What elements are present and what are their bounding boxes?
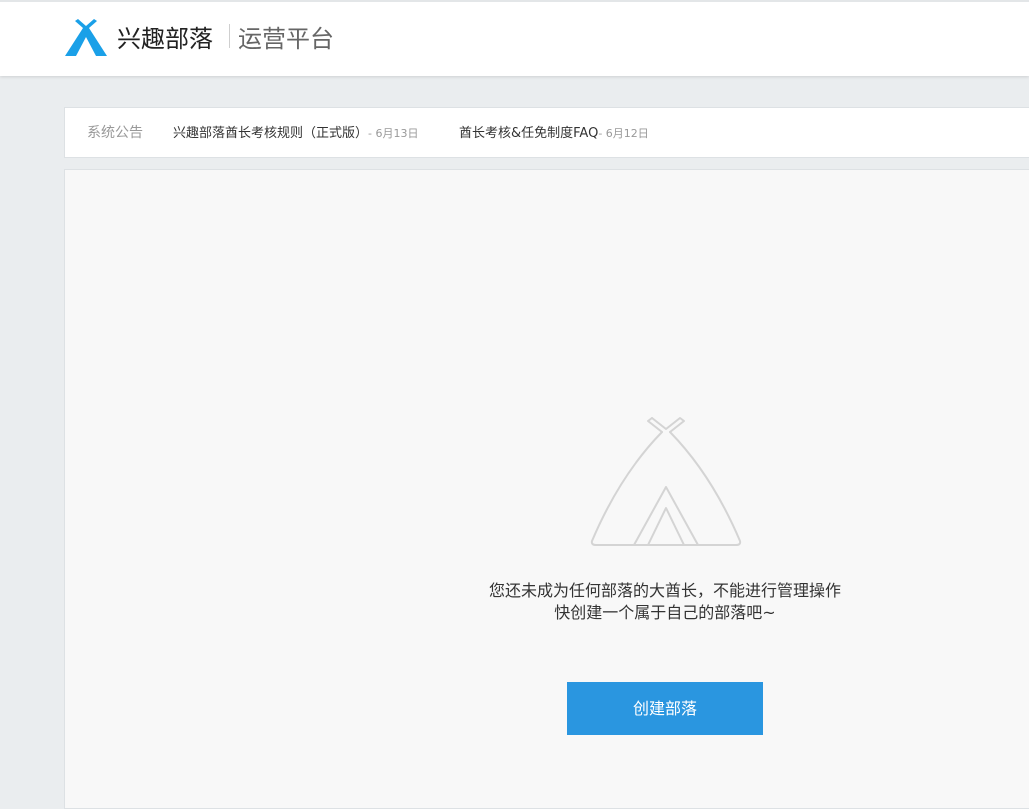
brand-divider (229, 24, 230, 48)
tent-logo-icon[interactable] (65, 18, 107, 56)
empty-state-message: 快创建一个属于自己的部落吧~ (554, 603, 776, 622)
notice-label: 系统公告 (87, 125, 143, 141)
notice-title[interactable]: 酋长考核&任免制度FAQ (459, 126, 598, 141)
create-tribe-button[interactable]: 创建部落 (567, 682, 763, 735)
tent-outline-icon (590, 417, 742, 546)
platform-name: 运营平台 (238, 25, 334, 53)
notice-date: - 6月12日 (598, 127, 649, 140)
notice-item[interactable]: 兴趣部落酋长考核规则（正式版）- 6月13日 (173, 124, 418, 144)
brand-name[interactable]: 兴趣部落 (117, 22, 213, 56)
notice-item[interactable]: 酋长考核&任免制度FAQ- 6月12日 (459, 124, 649, 144)
main-panel: 您还未成为任何部落的大酋长，不能进行管理操作 快创建一个属于自己的部落吧~ 创建… (64, 169, 1029, 809)
system-notice-bar: 系统公告 兴趣部落酋长考核规则（正式版）- 6月13日 酋长考核&任免制度FAQ… (64, 107, 1029, 158)
top-header: 兴趣部落 运营平台 (0, 0, 1029, 76)
notice-date: - 6月13日 (368, 127, 419, 140)
empty-state-message: 您还未成为任何部落的大酋长，不能进行管理操作 (488, 581, 841, 600)
notice-title[interactable]: 兴趣部落酋长考核规则（正式版） (173, 126, 368, 141)
